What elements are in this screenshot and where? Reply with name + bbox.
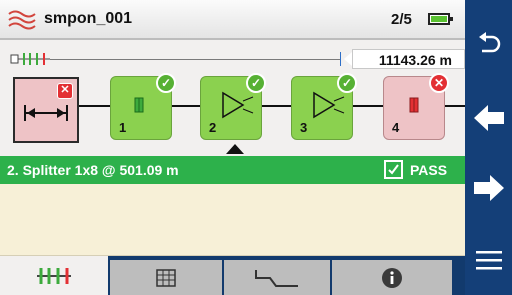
back-arrow-icon <box>478 32 500 53</box>
event-number: 2 <box>209 120 217 135</box>
pass-label: PASS <box>410 162 448 178</box>
pass-checkbox-icon <box>384 160 403 179</box>
screen: smpon_001 2/5 11143.26 m ✕ 1 ✓ 2 ✓ 3 ✓ 4… <box>0 0 465 295</box>
tab-table[interactable] <box>110 260 222 295</box>
event-tile-1[interactable]: 1 ✓ <box>110 73 176 140</box>
trace-icon <box>255 269 298 287</box>
selected-event-pointer <box>226 144 244 154</box>
menu-button[interactable] <box>465 230 512 290</box>
header-bar: smpon_001 2/5 <box>0 0 465 40</box>
tab-info[interactable] <box>332 260 452 295</box>
file-name: smpon_001 <box>44 10 133 27</box>
fail-x-icon: ✕ <box>429 73 449 93</box>
fail-icon: ✕ <box>57 83 73 99</box>
link-overview-icon <box>10 53 50 65</box>
arrow-right-icon <box>473 175 504 201</box>
event-number: 3 <box>300 120 308 135</box>
event-tile-3[interactable]: 3 ✓ <box>291 73 357 140</box>
distance-box: 11143.26 m <box>352 49 465 69</box>
overview-cursor[interactable] <box>340 52 341 66</box>
page-counter: 2/5 <box>391 11 412 28</box>
pass-check-icon: ✓ <box>246 73 266 93</box>
tab-trace[interactable] <box>224 260 330 295</box>
event-status-bar: 2. Splitter 1x8 @ 501.09 m PASS <box>0 156 465 184</box>
previous-event-button[interactable] <box>465 88 512 148</box>
info-icon <box>382 267 402 288</box>
event-title: 2. Splitter 1x8 @ 501.09 m <box>7 162 179 178</box>
event-number: 1 <box>119 120 127 135</box>
table-icon <box>156 268 176 287</box>
menu-icon <box>475 251 502 270</box>
arrow-left-icon <box>473 105 504 131</box>
pass-check-icon: ✓ <box>156 73 176 93</box>
overview-line <box>50 59 340 60</box>
next-event-button[interactable] <box>465 158 512 218</box>
back-button[interactable] <box>465 14 512 74</box>
signal-waves-icon <box>8 10 36 30</box>
overview-track[interactable]: 11143.26 m <box>10 49 465 69</box>
distance-pointer <box>344 52 352 66</box>
event-tile-4[interactable]: 4 ✕ <box>383 73 449 140</box>
link-view-icon <box>37 267 71 284</box>
event-detail-area <box>0 184 465 256</box>
event-number: 4 <box>392 120 400 135</box>
pass-check-icon: ✓ <box>337 73 357 93</box>
event-tile-2[interactable]: 2 ✓ <box>200 73 266 140</box>
battery-icon <box>428 13 453 25</box>
side-navigation <box>465 0 512 295</box>
total-distance: 11143.26 m <box>378 52 452 68</box>
tab-bar <box>0 256 465 295</box>
tab-link-view[interactable] <box>0 256 108 295</box>
launch-event[interactable]: ✕ <box>13 77 79 143</box>
